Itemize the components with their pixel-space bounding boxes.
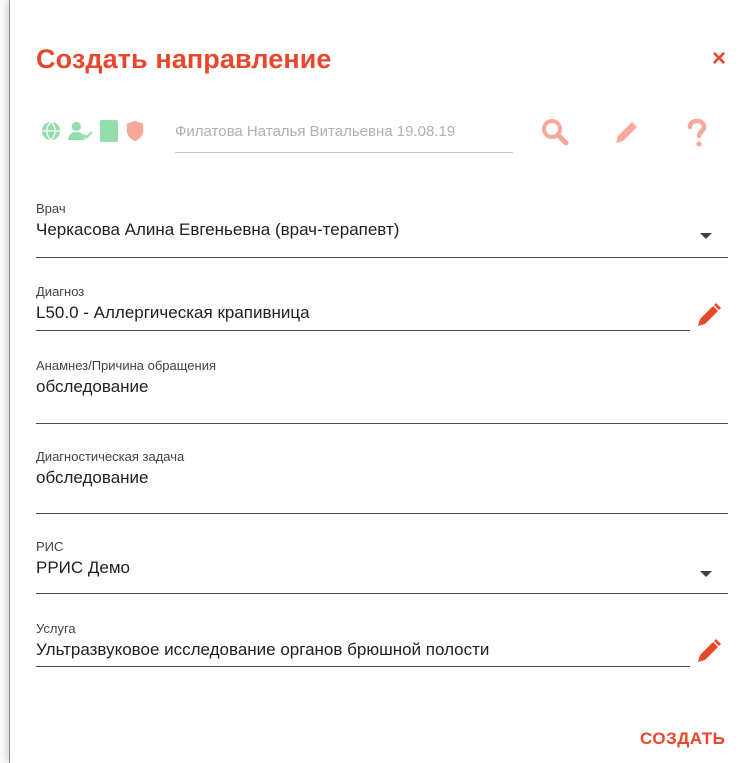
chevron-down-icon[interactable] <box>700 233 712 239</box>
anamnesis-field[interactable]: Анамнез/Причина обращения обследование <box>36 358 728 424</box>
help-icon[interactable] <box>682 117 712 147</box>
diagnosis-underline <box>36 330 690 331</box>
diagnosis-label: Диагноз <box>36 284 85 299</box>
user-check-icon <box>68 121 93 141</box>
service-value: Ультразвуковое исследование органов брюш… <box>36 640 490 659</box>
dialog-title: Создать направление <box>36 44 332 74</box>
ris-field[interactable]: РИС РРИС Демо <box>36 539 728 594</box>
ris-underline <box>36 593 728 594</box>
doctor-underline <box>36 257 728 258</box>
create-button[interactable]: СОЗДАТЬ <box>640 729 725 749</box>
card-icon <box>100 120 118 142</box>
patient-field[interactable]: Филатова Наталья Витальевна 19.08.19 <box>175 117 513 153</box>
diagnostic-task-field[interactable]: Диагностическая задача обследование <box>36 449 728 514</box>
diagnosis-value: L50.0 - Аллергическая крапивница <box>36 303 310 322</box>
globe-icon <box>41 121 61 141</box>
doctor-field[interactable]: Врач Черкасова Алина Евгеньевна (врач-те… <box>36 201 728 258</box>
patient-bar: Филатова Наталья Витальевна 19.08.19 <box>40 117 730 157</box>
search-icon[interactable] <box>540 117 570 147</box>
service-underline <box>36 666 690 667</box>
shield-icon <box>126 120 144 142</box>
pencil-icon[interactable] <box>612 117 642 147</box>
doctor-value: Черкасова Алина Евгеньевна (врач-терапев… <box>36 220 400 239</box>
doctor-label: Врач <box>36 201 66 216</box>
anamnesis-label: Анамнез/Причина обращения <box>36 358 217 373</box>
diagnosis-field[interactable]: Диагноз L50.0 - Аллергическая крапивница <box>36 284 728 331</box>
edit-service-icon[interactable] <box>696 638 722 664</box>
anamnesis-underline <box>36 423 728 424</box>
diagnostic-task-underline <box>36 513 728 514</box>
diagnostic-task-label: Диагностическая задача <box>36 449 185 464</box>
service-label: Услуга <box>36 621 76 636</box>
ris-value: РРИС Демо <box>36 558 131 577</box>
ris-label: РИС <box>36 539 64 554</box>
anamnesis-value: обследование <box>36 377 149 396</box>
service-field[interactable]: Услуга Ультразвуковое исследование орган… <box>36 621 728 667</box>
close-icon[interactable]: × <box>707 47 731 71</box>
chevron-down-icon[interactable] <box>700 571 712 577</box>
diagnostic-task-value: обследование <box>36 468 149 487</box>
edit-diagnosis-icon[interactable] <box>696 302 722 328</box>
